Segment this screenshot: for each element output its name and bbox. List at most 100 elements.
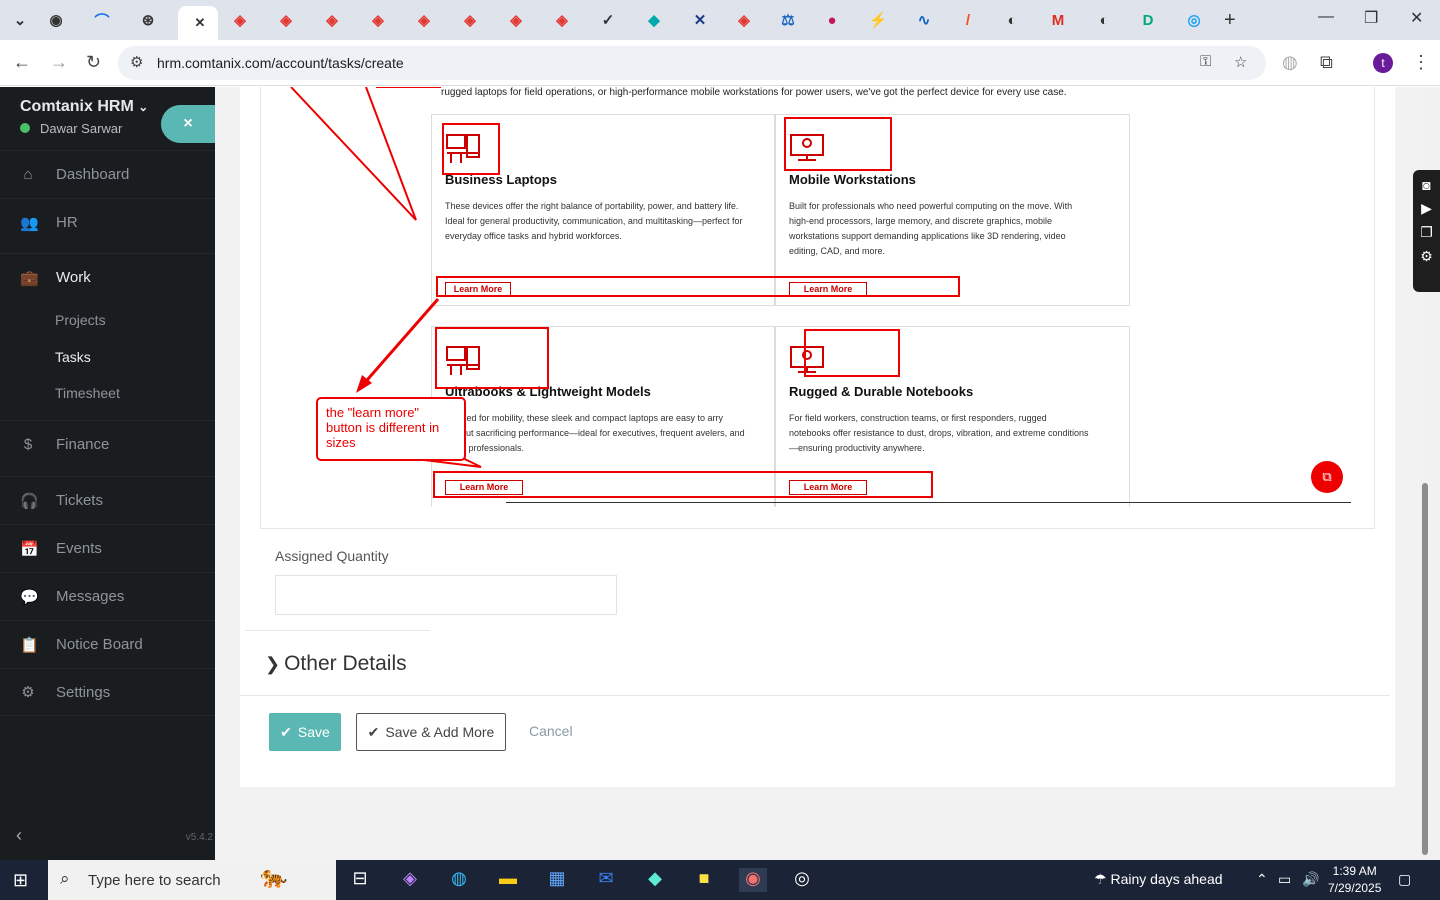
sidebar-item-notice-board[interactable]: 📋 Notice Board (0, 620, 215, 668)
volume-icon[interactable]: 🔊 (1302, 871, 1319, 888)
task-form-card: rugged laptops for field operations, or … (240, 87, 1395, 787)
mail-icon[interactable]: ✉ (592, 868, 620, 892)
camera-icon[interactable]: ◙ (1413, 177, 1440, 193)
minimize-icon[interactable]: — (1318, 8, 1334, 26)
back-icon[interactable]: ← (13, 52, 31, 73)
divider (245, 630, 430, 631)
tab-favicon[interactable]: ◐ (1086, 6, 1122, 34)
address-bar[interactable]: ⚙ hrm.comtanix.com/account/tasks/create … (118, 46, 1266, 80)
new-tab-button[interactable]: + (1224, 9, 1236, 32)
close-sidebar-button[interactable]: × (161, 105, 215, 143)
menu-kebab-icon[interactable]: ⋮ (1412, 52, 1430, 73)
tab-favicon[interactable]: ◈ (268, 6, 304, 34)
sticky-notes-icon[interactable]: ■ (690, 868, 718, 892)
reload-icon[interactable]: ↻ (86, 52, 101, 73)
sidebar-item-messages[interactable]: 💬 Messages (0, 572, 215, 620)
translate-icon[interactable]: ◍ (1282, 52, 1298, 73)
tab-favicon[interactable]: ⊛ (130, 6, 166, 34)
task-view-icon[interactable]: ⊟ (346, 868, 374, 892)
chrome-icon[interactable]: ◉ (739, 868, 767, 892)
dollar-icon: $ (23, 436, 33, 453)
zoom-icon[interactable]: ◎ (788, 868, 816, 892)
window-icon[interactable]: ❐ (1413, 224, 1440, 241)
chevron-up-icon[interactable]: ⌃ (1256, 871, 1268, 888)
tab-favicon[interactable]: ◈ (452, 6, 488, 34)
double-check-icon: ✔ (367, 723, 380, 740)
other-details-toggle[interactable]: ❯ Other Details (265, 652, 407, 676)
tab-list-button[interactable]: ⌄ (2, 6, 38, 34)
tab-favicon[interactable]: ⌒ (84, 6, 120, 34)
sidebar-item-settings[interactable]: ⚙ Settings (0, 668, 215, 716)
save-button[interactable]: ✔ Save (269, 713, 341, 751)
briefcase-icon: 💼 (20, 269, 39, 287)
notification-icon[interactable]: ▢ (1398, 871, 1411, 888)
password-key-icon[interactable]: ⚿ (1200, 53, 1211, 70)
tab-favicon[interactable]: / (950, 6, 986, 34)
sidebar-item-dashboard[interactable]: ⌂ Dashboard (0, 150, 215, 198)
chevron-down-icon: ❯ (265, 654, 281, 674)
search-icon: ⌕ (60, 869, 70, 888)
chevron-down-icon[interactable]: ⌄ (138, 100, 148, 114)
tab-favicon[interactable]: ⚡ (860, 6, 896, 34)
url-text[interactable]: hrm.comtanix.com/account/tasks/create (157, 55, 404, 71)
description-editor[interactable]: rugged laptops for field operations, or … (260, 87, 1375, 529)
scrollbar-thumb[interactable] (1422, 483, 1428, 855)
sidebar-item-events[interactable]: 📅 Events (0, 524, 215, 572)
tab-favicon[interactable]: ◈ (498, 6, 534, 34)
forward-icon[interactable]: → (50, 52, 68, 73)
tab-favicon[interactable]: ◈ (406, 6, 442, 34)
sidebar-item-tickets[interactable]: 🎧 Tickets (0, 476, 215, 524)
tab-favicon[interactable]: ◈ (222, 6, 258, 34)
tab-favicon[interactable]: ◈ (726, 6, 762, 34)
sidebar-item-work[interactable]: 💼 Work (0, 253, 215, 301)
app-icon[interactable]: ◆ (641, 868, 669, 892)
tab-favicon[interactable]: ◎ (1176, 6, 1212, 34)
restore-icon[interactable]: ❐ (1364, 8, 1378, 28)
collapse-sidebar-icon[interactable]: ‹ (16, 825, 22, 846)
sidebar-subitem-timesheet[interactable]: Timesheet (55, 385, 120, 401)
tab-favicon[interactable]: ✕ (682, 6, 718, 34)
profile-avatar[interactable]: t (1373, 53, 1393, 73)
windows-taskbar: ⊞ ⌕ Type here to search 🐅 ⊟ ◈ ◍ ▬ ▦ ✉ ◆ … (0, 860, 1440, 900)
tab-favicon[interactable]: ◆ (636, 6, 672, 34)
tab-favicon[interactable]: ◈ (544, 6, 580, 34)
tab-favicon[interactable]: ✓ (590, 6, 626, 34)
store-icon[interactable]: ▦ (543, 868, 571, 892)
network-icon[interactable]: ▭ (1278, 871, 1291, 888)
tab-active[interactable] (178, 6, 218, 40)
video-icon[interactable]: ▶ (1413, 200, 1440, 217)
extensions-icon[interactable]: ⧉ (1320, 52, 1333, 73)
taskbar-search[interactable]: ⌕ Type here to search 🐅 (48, 860, 336, 900)
sidebar-subitem-projects[interactable]: Projects (55, 312, 106, 328)
sidebar-item-hr[interactable]: 👥 HR (0, 198, 215, 246)
weather-widget[interactable]: ☂ Rainy days ahead (1094, 871, 1223, 888)
close-window-icon[interactable]: ✕ (1410, 8, 1423, 28)
windows-start-icon[interactable]: ⊞ (13, 870, 28, 891)
cancel-link[interactable]: Cancel (529, 723, 573, 739)
sidebar-item-finance[interactable]: $ Finance (0, 420, 215, 468)
chat-icon[interactable]: ⧉ (1311, 461, 1343, 493)
copilot-icon[interactable]: ◈ (396, 868, 424, 892)
browser-tab-strip: ⌄ ◉ ⌒ ⊛ ◈ ◈ ◈ ◈ ◈ ◈ ◈ ◈ ✓ ◆ ✕ ◈ ⚖ ● ⚡ ∿ … (0, 0, 1440, 40)
edge-icon[interactable]: ◍ (445, 868, 473, 892)
assigned-quantity-input[interactable] (275, 575, 617, 615)
tab-favicon[interactable]: ◉ (38, 6, 74, 34)
tab-favicon[interactable]: D (1130, 6, 1166, 34)
settings-icon[interactable]: ⚙ (1413, 248, 1440, 265)
tab-favicon[interactable]: ⚖ (770, 6, 806, 34)
file-explorer-icon[interactable]: ▬ (494, 868, 522, 892)
tab-favicon[interactable]: ◈ (314, 6, 350, 34)
people-icon: 👥 (20, 214, 39, 232)
bookmark-star-icon[interactable]: ☆ (1234, 53, 1247, 71)
tab-favicon[interactable]: ◐ (994, 6, 1030, 34)
site-info-icon[interactable]: ⚙ (130, 53, 143, 71)
tab-favicon[interactable]: M (1040, 6, 1076, 34)
brand-name[interactable]: Comtanix HRM ⌄ (20, 98, 148, 116)
tab-favicon[interactable]: ∿ (906, 6, 942, 34)
tab-favicon[interactable]: ◈ (360, 6, 396, 34)
tab-favicon[interactable]: ● (814, 6, 850, 34)
save-add-more-button[interactable]: ✔ Save & Add More (356, 713, 506, 751)
check-icon: ✔ (280, 723, 292, 740)
sidebar-subitem-tasks[interactable]: Tasks (55, 349, 91, 365)
system-clock[interactable]: 1:39 AM 7/29/2025 (1328, 863, 1381, 897)
